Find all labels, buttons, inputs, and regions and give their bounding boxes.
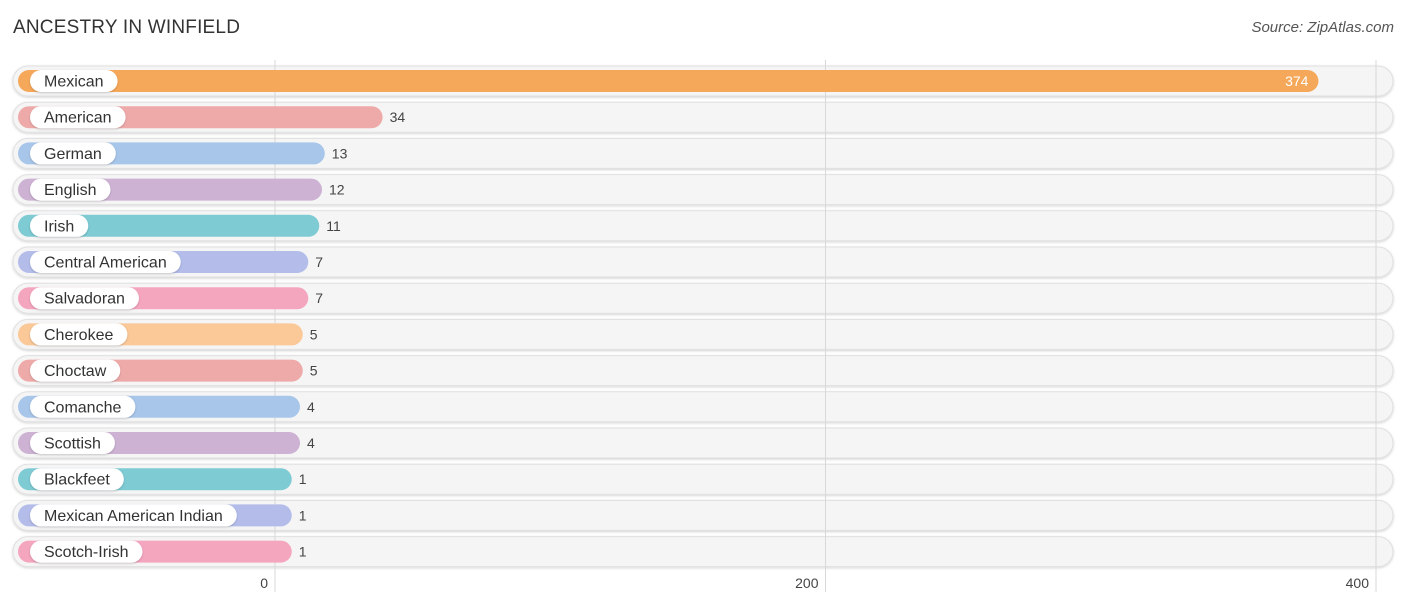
category-label: Choctaw <box>44 363 107 380</box>
category-label: Central American <box>44 255 167 272</box>
category-label: Scotch-Irish <box>44 544 128 561</box>
category-label: American <box>44 110 112 127</box>
value-label: 4 <box>307 435 315 451</box>
bar-group: Mexican 374 <box>18 70 1319 92</box>
bar-group: German 13 <box>18 142 348 165</box>
category-label: German <box>44 146 102 163</box>
bar-group: Choctaw 5 <box>18 359 318 382</box>
bar-group: Salvadoran 7 <box>18 287 323 310</box>
category-label: Mexican American Indian <box>44 508 223 525</box>
value-label: 7 <box>315 254 323 270</box>
value-label: 1 <box>299 471 307 487</box>
value-label: 12 <box>329 182 345 198</box>
value-label: 5 <box>310 363 318 379</box>
category-label: Mexican <box>44 74 104 91</box>
bar-group: Scottish 4 <box>18 432 315 454</box>
value-label: 374 <box>1285 73 1309 89</box>
value-label: 5 <box>310 326 318 342</box>
bar-group: Central American 7 <box>18 251 323 273</box>
category-label: Blackfeet <box>44 472 110 489</box>
x-tick-label: 400 <box>1346 575 1370 591</box>
value-label: 1 <box>299 507 307 523</box>
bar-group: Blackfeet 1 <box>18 468 307 491</box>
value-label: 4 <box>307 399 315 415</box>
value-label: 13 <box>332 145 348 161</box>
x-tick-label: 0 <box>260 575 268 591</box>
bar[interactable] <box>18 70 1319 92</box>
bar-chart: Mexican 374 American 34 German 13 English 12 Iri… <box>12 60 1394 592</box>
value-label: 34 <box>390 109 406 125</box>
category-label: Comanche <box>44 399 121 416</box>
bar-group: English 12 <box>18 178 345 201</box>
bar-group: American 34 <box>18 106 406 129</box>
category-label: Irish <box>44 218 74 235</box>
category-label: Salvadoran <box>44 291 125 308</box>
value-label: 1 <box>299 544 307 560</box>
bar-group: Cherokee 5 <box>18 323 318 346</box>
bar-group: Mexican American Indian 1 <box>18 504 307 527</box>
category-label: Scottish <box>44 436 101 453</box>
bar-group: Scotch-Irish 1 <box>18 540 307 563</box>
category-label: English <box>44 182 96 199</box>
bar-group: Irish 11 <box>18 214 341 237</box>
x-tick-label: 200 <box>795 575 819 591</box>
category-label: Cherokee <box>44 327 113 344</box>
value-label: 11 <box>326 218 341 234</box>
bar-group: Comanche 4 <box>18 395 315 418</box>
value-label: 7 <box>315 290 323 306</box>
